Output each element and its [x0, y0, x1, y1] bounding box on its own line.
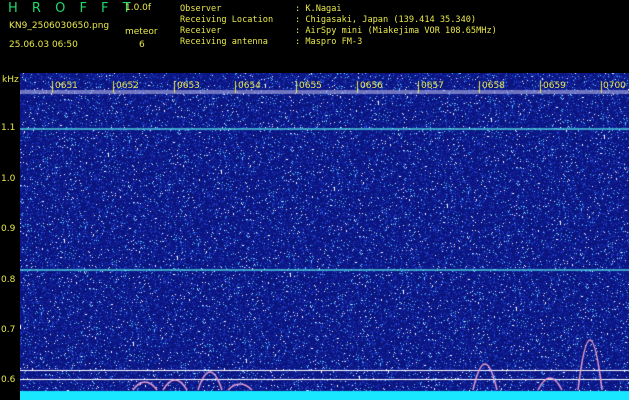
ytick-label: 0.8	[1, 275, 16, 285]
info-value: AirSpy mini (Miakejima VOR 108.65MHz)	[305, 26, 497, 36]
info-location: Receiving Location: Chigasaki, Japan (13…	[180, 15, 477, 25]
ytick-label: 0.6	[1, 375, 16, 385]
time-label: 0657	[421, 81, 444, 91]
meteor-label: meteor	[125, 27, 158, 37]
ytick-label: 0.9	[1, 224, 16, 234]
ytick-label: 1.1	[1, 123, 16, 133]
info-label: Receiver	[180, 26, 222, 36]
frequency-axis: kHz 1.1 1.0 0.9 0.8 0.7 0.6	[0, 73, 20, 400]
spectrogram-canvas	[20, 73, 629, 400]
time-label: 0652	[116, 81, 139, 91]
version-label: 1.0.0f	[125, 3, 152, 13]
time-label: 0653	[177, 81, 200, 91]
meteor-count: 6	[139, 40, 145, 50]
time-label: 0651	[55, 81, 78, 91]
time-label: 0656	[360, 81, 383, 91]
filename-label: KN9_2506030650.png	[9, 21, 110, 31]
timestamp-label: 25.06.03 06:50	[9, 40, 78, 50]
info-antenna: Receiving antenna: Maspro FM-3	[180, 37, 363, 47]
info-observer: Observer: K.Nagai	[180, 4, 342, 14]
info-value: Maspro FM-3	[305, 37, 363, 47]
info-label: Receiving Location	[180, 15, 274, 25]
app-title: H R O F F T	[8, 1, 136, 16]
time-label: 0659	[543, 81, 566, 91]
info-value: Chigasaki, Japan (139.414 35.340)	[305, 15, 477, 25]
time-label: 0655	[299, 81, 322, 91]
info-value: K.Nagai	[305, 4, 342, 14]
spectrogram-plot[interactable]: 0651 0652 0653 0654 0655 0656 0657 0658 …	[20, 73, 629, 400]
time-label: 0654	[238, 81, 261, 91]
time-label: 0700	[603, 81, 626, 91]
ytick-label: 0.7	[1, 325, 16, 335]
info-label: Observer	[180, 4, 222, 14]
info-label: Receiving antenna	[180, 37, 268, 47]
info-receiver: Receiver: AirSpy mini (Miakejima VOR 108…	[180, 26, 497, 36]
ytick-label: 1.0	[1, 174, 16, 184]
frequency-unit: kHz	[2, 75, 19, 85]
time-label: 0658	[482, 81, 505, 91]
header-panel: H R O F F T 1.0.0f KN9_2506030650.png me…	[0, 0, 629, 73]
